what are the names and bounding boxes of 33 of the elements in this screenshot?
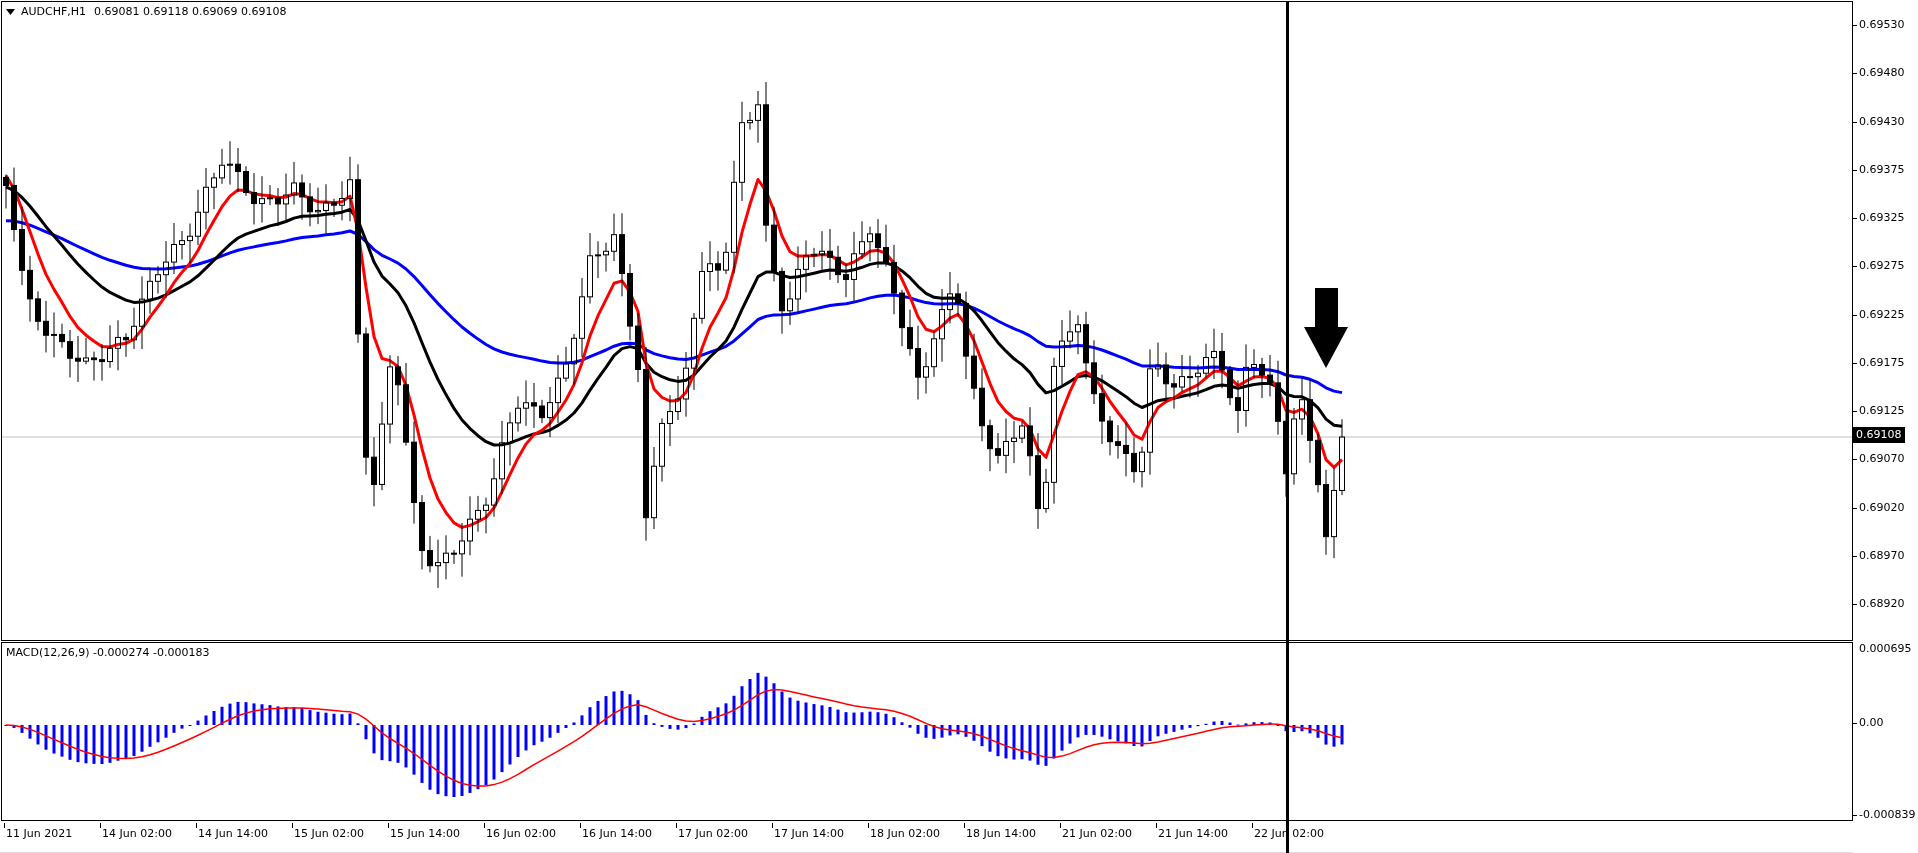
time-label: 18 Jun 02:00: [870, 827, 940, 840]
macd-axis-label: 0.00: [1859, 715, 1884, 731]
price-label: 0.69070: [1859, 451, 1905, 468]
price-label: 0.69530: [1859, 17, 1905, 33]
time-label: 15 Jun 02:00: [294, 827, 364, 840]
price-label: 0.69480: [1859, 65, 1905, 82]
price-label: 0.69275: [1859, 258, 1905, 275]
time-label: 16 Jun 02:00: [486, 827, 556, 840]
price-label: 0.68970: [1859, 547, 1905, 564]
symbol-label: AUDCHF,H1: [21, 5, 87, 18]
time-label: 14 Jun 14:00: [198, 827, 268, 840]
macd-axis-label: 0.000695: [1859, 641, 1912, 657]
price-label: 0.69020: [1859, 499, 1905, 516]
time-label: 17 Jun 14:00: [774, 827, 844, 840]
time-label: 21 Jun 02:00: [1062, 827, 1132, 840]
price-label: 0.69430: [1859, 113, 1905, 130]
time-label: 15 Jun 14:00: [390, 827, 460, 840]
time-label: 17 Jun 02:00: [678, 827, 748, 840]
time-label: 16 Jun 14:00: [582, 827, 652, 840]
macd-label: MACD(12,26,9) -0.000274 -0.000183: [6, 646, 210, 659]
time-label: 11 Jun 2021: [6, 827, 73, 840]
price-label: 0.68920: [1859, 596, 1905, 612]
time-label: 18 Jun 14:00: [966, 827, 1036, 840]
price-quote: 0.69081 0.69118 0.69069 0.69108: [94, 5, 287, 18]
macd-axis-label: -0.000839: [1859, 807, 1916, 823]
time-label: 21 Jun 14:00: [1158, 827, 1228, 840]
price-label: 0.69175: [1859, 354, 1905, 371]
price-label: 0.69375: [1859, 161, 1905, 178]
price-label: 0.69325: [1859, 210, 1905, 226]
price-label: 0.69225: [1859, 306, 1905, 323]
time-label: 14 Jun 02:00: [102, 827, 172, 840]
current-price-label: 0.69108: [1853, 427, 1905, 443]
price-label: 0.69125: [1859, 403, 1905, 419]
